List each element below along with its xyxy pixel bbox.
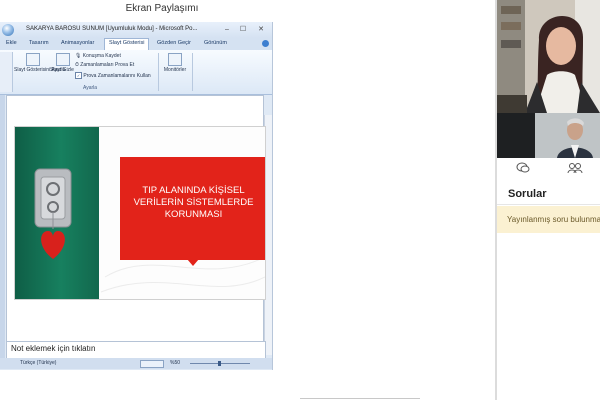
current-slide[interactable]: TIP ALANINDA KİŞİSEL VERİLERİN SİSTEMLER…	[14, 126, 266, 300]
questions-divider	[497, 204, 600, 205]
slide-callout-pointer	[187, 259, 199, 266]
hide-slide-label[interactable]: Slayt Gizle	[50, 67, 74, 73]
slide-title-box: TIP ALANINDA KİŞİSEL VERİLERİN SİSTEMLER…	[120, 157, 265, 260]
view-buttons-icon[interactable]	[140, 360, 164, 368]
use-timings-label: Prova Zamanlamalarını Kullan	[83, 72, 151, 79]
status-bar: Türkçe (Türkiye) %50	[0, 358, 272, 369]
thumbnail-pane-edge[interactable]	[0, 95, 5, 365]
participant-video-2[interactable]	[497, 113, 600, 158]
notes-placeholder: Not eklemek için tıklatın	[11, 344, 96, 353]
slide-show-setup-label[interactable]: Slayt Gösterisini Ayarla	[14, 67, 65, 73]
ribbon-separator	[158, 53, 159, 91]
help-icon[interactable]	[262, 40, 269, 47]
ppt-title-bar: SAKARYA BAROSU SUNUM [Uyumluluk Modu] - …	[0, 22, 272, 38]
ribbon: Slayt Gösterisini Ayarla Slayt Gizle 🎙 K…	[0, 50, 272, 95]
rehearse-timings-button[interactable]: ⏱ Zamanlamaları Prova Et	[75, 62, 134, 68]
office-button-icon[interactable]	[2, 24, 14, 36]
tab-gorunum[interactable]: Görünüm	[204, 40, 227, 46]
microphone-icon: 🎙	[75, 53, 82, 59]
use-timings-checkbox[interactable]: ✓	[75, 72, 82, 79]
ribbon-group-label: Ayarla	[82, 85, 98, 91]
ribbon-left-group	[0, 52, 13, 92]
zoom-level[interactable]: %50	[170, 360, 180, 366]
tab-ekle[interactable]: Ekle	[6, 40, 17, 46]
zoom-slider-thumb[interactable]	[218, 361, 221, 366]
close-icon[interactable]: ✕	[256, 25, 266, 34]
record-narration-label: Konuşma Kaydet	[82, 53, 121, 59]
bottom-divider	[300, 398, 420, 399]
participant-1-image	[497, 0, 600, 113]
participants-icon[interactable]	[567, 162, 583, 174]
monitors-icon[interactable]	[168, 53, 182, 66]
chat-icon[interactable]	[516, 162, 530, 174]
status-language[interactable]: Türkçe (Türkiye)	[20, 360, 56, 366]
participant-2-image	[497, 113, 600, 158]
no-questions-text: Yayınlanmış soru bulunma	[507, 215, 600, 224]
participant-video-1[interactable]	[497, 0, 600, 113]
panel-tab-bar	[497, 158, 600, 180]
rehearse-timings-label: Zamanlamaları Prova Et	[80, 62, 135, 68]
tab-animasyonlar[interactable]: Animasyonlar	[61, 40, 94, 46]
tab-tasarim[interactable]: Tasarım	[29, 40, 49, 46]
clock-icon: ⏱	[75, 62, 79, 68]
tab-gozden-gecir[interactable]: Gözden Geçir	[157, 40, 191, 46]
record-narration-button[interactable]: 🎙 Konuşma Kaydet	[75, 53, 121, 59]
monitors-label[interactable]: Monitörler	[160, 67, 190, 73]
minimize-icon[interactable]: –	[222, 25, 232, 34]
questions-heading: Sorular	[508, 188, 547, 200]
use-timings-checkbox-row[interactable]: ✓ Prova Zamanlamalarını Kullan	[75, 72, 151, 79]
maximize-icon[interactable]: ☐	[238, 25, 248, 34]
no-questions-notice: Yayınlanmış soru bulunma	[497, 206, 600, 233]
screen-share-title: Ekran Paylaşımı	[125, 3, 199, 14]
ribbon-separator-2	[192, 53, 193, 91]
slide-title-text: TIP ALANINDA KİŞİSEL VERİLERİN SİSTEMLER…	[133, 185, 254, 220]
document-title: SAKARYA BAROSU SUNUM [Uyumluluk Modu] - …	[26, 26, 198, 32]
ribbon-tabs: Ekle Tasarım Animasyonlar Slayt Gösteris…	[0, 38, 272, 52]
hide-slide-icon[interactable]	[56, 53, 70, 66]
slide-show-setup-icon[interactable]	[26, 53, 40, 66]
notes-pane[interactable]: Not eklemek için tıklatın	[6, 341, 266, 359]
